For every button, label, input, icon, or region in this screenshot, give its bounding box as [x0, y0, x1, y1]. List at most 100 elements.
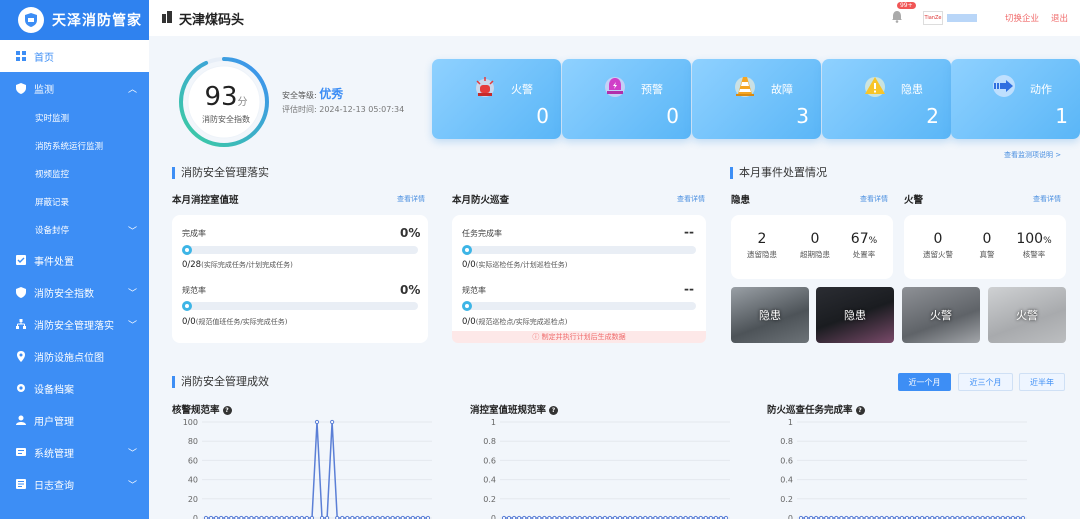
- hazard-stat[interactable]: 2 遗留隐患: [734, 231, 790, 260]
- chart-title-duty-norm: 消控室值班规范率?: [470, 402, 559, 416]
- fire-photo[interactable]: 火警: [988, 287, 1066, 343]
- gear-icon: [15, 382, 27, 394]
- y-tick-label: 1: [788, 418, 793, 427]
- range-button-3-months[interactable]: 近三个月: [958, 373, 1013, 391]
- stat-value: 1: [1055, 104, 1068, 128]
- safety-score-panel: 93分 消防安全指数 安全等级: 优秀 评估时间: 2024-12-13 05:…: [172, 52, 422, 152]
- range-button-6-months[interactable]: 近半年: [1019, 373, 1065, 391]
- fire-photo[interactable]: 火警: [902, 287, 980, 343]
- patrol-title: 本月防火巡查: [452, 195, 510, 206]
- y-tick-label: 40: [188, 476, 198, 485]
- sidebar-item[interactable]: 设备档案: [0, 372, 149, 404]
- patrol-norm-ratio: 0/0(规范巡检点/实际完成巡检点): [462, 317, 568, 327]
- sidebar-item[interactable]: 消防安全管理落实 ﹀: [0, 308, 149, 340]
- shield-logo-icon: [18, 7, 44, 33]
- sidebar-subitem[interactable]: 实时监测: [0, 104, 149, 132]
- progress-dot: [462, 301, 472, 311]
- duty-title: 本月消控室值班: [172, 195, 239, 206]
- data-point[interactable]: [314, 419, 320, 425]
- stat-card-fault[interactable]: 故障 3: [692, 59, 821, 139]
- shield-icon: [15, 82, 27, 94]
- sidebar-subitem[interactable]: 视频监控: [0, 160, 149, 188]
- warning-triangle-icon: [865, 77, 885, 97]
- alert-bell-icon: [605, 77, 625, 97]
- duty-norm-value: 0%: [400, 283, 421, 297]
- stat-card-hazard[interactable]: 隐患 2: [822, 59, 951, 139]
- progress-dot: [182, 301, 192, 311]
- hazard-photo[interactable]: 隐患: [731, 287, 809, 343]
- sidebar-item[interactable]: 监测 ︿: [0, 72, 149, 104]
- stat-label: 动作: [1030, 83, 1052, 96]
- org-chart-icon: [15, 318, 27, 330]
- arrow-right-icon: [993, 75, 1015, 97]
- fire-stat[interactable]: 100% 核警率: [1006, 231, 1062, 260]
- avatar[interactable]: TianZe: [922, 11, 943, 25]
- hazard-stat[interactable]: 0 超期隐患: [787, 231, 843, 260]
- chart-title-patrol-completion: 防火巡查任务完成率?: [767, 402, 865, 416]
- y-tick-label: 80: [188, 437, 198, 446]
- sidebar-subitem[interactable]: 屏蔽记录: [0, 188, 149, 216]
- info-icon: ⓘ: [532, 333, 540, 341]
- help-icon: ?: [222, 406, 232, 415]
- hazard-detail-link[interactable]: 查看详情: [860, 194, 888, 204]
- hazard-title: 隐患: [731, 195, 751, 206]
- duty-detail-link[interactable]: 查看详情: [397, 194, 425, 204]
- sidebar-item[interactable]: 系统管理 ﹀: [0, 436, 149, 468]
- sidebar-item[interactable]: 首页: [0, 40, 149, 72]
- y-tick-label: 20: [188, 495, 198, 504]
- sidebar-subitem[interactable]: 设备封停 ﹀: [0, 216, 149, 244]
- sidebar: 天泽消防管家 首页 监测 ︿ 实时监测 消防系统运行监测 视频监控 屏蔽记录 设备封停 ﹀ 事件处…: [0, 0, 149, 519]
- y-tick-label: 0.2: [483, 495, 496, 504]
- bell-icon: [891, 11, 902, 23]
- hazard-stat[interactable]: 67% 处置率: [836, 231, 892, 260]
- progress-dot: [182, 245, 192, 255]
- patrol-warning: ⓘ 制定并执行计划后生成数据: [452, 331, 706, 343]
- traffic-cone-icon: [735, 77, 755, 97]
- sidebar-item[interactable]: 事件处置: [0, 244, 149, 276]
- settings-icon: [15, 446, 27, 458]
- hazard-photo[interactable]: 隐患: [816, 287, 894, 343]
- fire-title: 火警: [904, 195, 924, 206]
- sidebar-subitem-label: 设备封停: [35, 226, 70, 236]
- siren-icon: [476, 77, 494, 97]
- sidebar-item-label: 消防设施点位图: [34, 352, 104, 364]
- sidebar-item[interactable]: 消防安全指数 ﹀: [0, 276, 149, 308]
- stat-label: 预警: [641, 83, 663, 96]
- sidebar-item-label: 系统管理: [34, 448, 74, 460]
- help-icon: ?: [549, 406, 559, 415]
- management-section-title: 消防安全管理落实: [172, 167, 269, 179]
- results-section-title: 消防安全管理成效: [172, 376, 269, 388]
- patrol-completion-bar: [462, 245, 696, 255]
- sidebar-item[interactable]: 用户管理: [0, 404, 149, 436]
- y-tick-label: 0: [788, 514, 793, 519]
- stat-card-action[interactable]: 动作 1: [951, 59, 1080, 139]
- data-point[interactable]: [330, 419, 335, 425]
- topbar: 天津煤码头 99+ TianZe 切换企业 退出: [149, 0, 1080, 36]
- patrol-completion-ratio: 0/0(实际巡检任务/计划巡检任务): [462, 260, 568, 270]
- sidebar-subitem[interactable]: 消防系统运行监测: [0, 132, 149, 160]
- sidebar-item[interactable]: 日志查询 ﹀: [0, 468, 149, 500]
- progress-dot: [462, 245, 472, 255]
- stat-card-warning[interactable]: 预警 0: [562, 59, 691, 139]
- stat-label: 隐患: [901, 83, 923, 96]
- chevron-down-icon: ﹀: [127, 481, 137, 491]
- fire-detail-link[interactable]: 查看详情: [1033, 194, 1061, 204]
- patrol-detail-link[interactable]: 查看详情: [677, 194, 705, 204]
- sidebar-item-label: 首页: [34, 52, 54, 64]
- y-tick-label: 0.6: [483, 456, 496, 465]
- switch-company-link[interactable]: 切换企业: [1005, 12, 1039, 24]
- logout-link[interactable]: 退出: [1051, 12, 1068, 24]
- y-tick-label: 60: [188, 456, 198, 465]
- monitor-explanation-link[interactable]: 查看监测项说明 >: [1004, 150, 1061, 160]
- sidebar-item[interactable]: 消防设施点位图: [0, 340, 149, 372]
- notification-button[interactable]: 99+: [891, 2, 916, 26]
- brand[interactable]: 天泽消防管家: [0, 0, 149, 40]
- stat-card-fire[interactable]: 火警 0: [432, 59, 561, 139]
- chevron-down-icon: ﹀: [127, 321, 137, 331]
- range-button-1-month[interactable]: 近一个月: [898, 373, 951, 391]
- score-value: 93分: [204, 82, 248, 112]
- duty-norm-bar: [182, 301, 418, 311]
- patrol-norm-bar: [462, 301, 696, 311]
- fire-stat[interactable]: 0 遗留火警: [910, 231, 966, 260]
- sidebar-item-label: 消防安全管理落实: [34, 320, 114, 332]
